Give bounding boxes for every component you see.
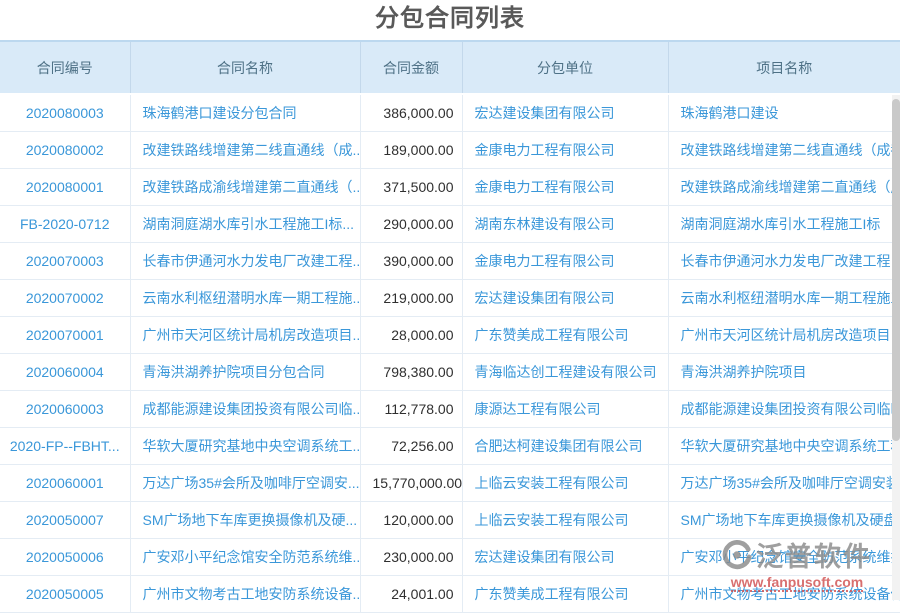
cell-contract_no[interactable]: FB-2020-0712 — [0, 206, 130, 243]
vertical-scrollbar[interactable] — [892, 95, 900, 600]
cell-project_name: SM广场地下车库更换摄像机及硬盘项 — [668, 502, 900, 539]
cell-amount: 386,000.00 — [360, 94, 462, 132]
cell-contract_name: 青海洪湖养护院项目分包合同 — [130, 354, 360, 391]
table-row[interactable]: 2020070002云南水利枢纽潜明水库一期工程施...219,000.00宏达… — [0, 280, 900, 317]
table-row[interactable]: FB-2020-0712湖南洞庭湖水库引水工程施工I标...290,000.00… — [0, 206, 900, 243]
table-row[interactable]: 2020080002改建铁路线增建第二线直通线（成...189,000.00金康… — [0, 132, 900, 169]
cell-contract_no[interactable]: 2020070002 — [0, 280, 130, 317]
cell-contract_name: SM广场地下车库更换摄像机及硬... — [130, 502, 360, 539]
cell-contract_name: 广州市天河区统计局机房改造项目... — [130, 317, 360, 354]
table-row[interactable]: 2020060001万达广场35#会所及咖啡厅空调安...15,770,000.… — [0, 465, 900, 502]
cell-contract_no[interactable]: 2020080003 — [0, 94, 130, 132]
cell-project_name: 湖南洞庭湖水库引水工程施工I标 — [668, 206, 900, 243]
cell-amount: 798,380.00 — [360, 354, 462, 391]
cell-contract_name: 长春市伊通河水力发电厂改建工程... — [130, 243, 360, 280]
table-row[interactable]: 2020-FP--FBHT...华软大厦研究基地中央空调系统工...72,256… — [0, 428, 900, 465]
cell-contract_name: 广州市文物考古工地安防系统设备... — [130, 576, 360, 613]
cell-contract_no[interactable]: 2020-FP--FBHT... — [0, 428, 130, 465]
cell-amount: 28,000.00 — [360, 317, 462, 354]
cell-amount: 189,000.00 — [360, 132, 462, 169]
cell-subcontractor: 康源达工程有限公司 — [462, 391, 668, 428]
column-header-amount: 合同金额 — [360, 41, 462, 94]
cell-project_name: 广州市天河区统计局机房改造项目 — [668, 317, 900, 354]
page-title: 分包合同列表 — [0, 0, 900, 40]
cell-project_name: 华软大厦研究基地中央空调系统工程 — [668, 428, 900, 465]
cell-subcontractor: 上临云安装工程有限公司 — [462, 465, 668, 502]
table-row[interactable]: 2020070003长春市伊通河水力发电厂改建工程...390,000.00金康… — [0, 243, 900, 280]
cell-contract_no[interactable]: 2020070001 — [0, 317, 130, 354]
cell-contract_name: 万达广场35#会所及咖啡厅空调安... — [130, 465, 360, 502]
cell-contract_no[interactable]: 2020070003 — [0, 243, 130, 280]
column-header-contract_name: 合同名称 — [130, 41, 360, 94]
cell-contract_no[interactable]: 2020050007 — [0, 502, 130, 539]
cell-amount: 72,256.00 — [360, 428, 462, 465]
cell-subcontractor: 金康电力工程有限公司 — [462, 243, 668, 280]
cell-subcontractor: 广东赞美成工程有限公司 — [462, 576, 668, 613]
cell-amount: 390,000.00 — [360, 243, 462, 280]
cell-project_name: 改建铁路成渝线增建第二直通线（成渝 — [668, 169, 900, 206]
cell-project_name: 长春市伊通河水力发电厂改建工程 — [668, 243, 900, 280]
table-row[interactable]: 2020080001改建铁路成渝线增建第二直通线（...371,500.00金康… — [0, 169, 900, 206]
cell-contract_name: 改建铁路线增建第二线直通线（成... — [130, 132, 360, 169]
cell-amount: 230,000.00 — [360, 539, 462, 576]
table-row[interactable]: 2020050005广州市文物考古工地安防系统设备...24,001.00广东赞… — [0, 576, 900, 613]
cell-contract_no[interactable]: 2020060003 — [0, 391, 130, 428]
table-row[interactable]: 2020070001广州市天河区统计局机房改造项目...28,000.00广东赞… — [0, 317, 900, 354]
cell-project_name: 万达广场35#会所及咖啡厅空调安装工 — [668, 465, 900, 502]
cell-amount: 120,000.00 — [360, 502, 462, 539]
cell-subcontractor: 青海临达创工程建设有限公司 — [462, 354, 668, 391]
scrollbar-thumb[interactable] — [892, 99, 900, 441]
cell-amount: 24,001.00 — [360, 576, 462, 613]
cell-subcontractor: 广东赞美成工程有限公司 — [462, 317, 668, 354]
cell-subcontractor: 合肥达柯建设集团有限公司 — [462, 428, 668, 465]
cell-contract_name: 云南水利枢纽潜明水库一期工程施... — [130, 280, 360, 317]
table-row[interactable]: 2020060004青海洪湖养护院项目分包合同798,380.00青海临达创工程… — [0, 354, 900, 391]
column-header-project_name: 项目名称 — [668, 41, 900, 94]
cell-project_name: 广安邓小平纪念馆安全防范系统维护保 — [668, 539, 900, 576]
cell-subcontractor: 宏达建设集团有限公司 — [462, 94, 668, 132]
cell-amount: 219,000.00 — [360, 280, 462, 317]
cell-contract_no[interactable]: 2020060004 — [0, 354, 130, 391]
cell-amount: 371,500.00 — [360, 169, 462, 206]
subcontract-table: 合同编号合同名称合同金额分包单位项目名称 2020080003珠海鹤港口建设分包… — [0, 40, 900, 613]
cell-contract_no[interactable]: 2020080001 — [0, 169, 130, 206]
cell-amount: 112,778.00 — [360, 391, 462, 428]
table-header-row: 合同编号合同名称合同金额分包单位项目名称 — [0, 41, 900, 94]
cell-subcontractor: 金康电力工程有限公司 — [462, 169, 668, 206]
cell-subcontractor: 宏达建设集团有限公司 — [462, 539, 668, 576]
cell-contract_no[interactable]: 2020060001 — [0, 465, 130, 502]
table-row[interactable]: 2020060003成都能源建设集团投资有限公司临...112,778.00康源… — [0, 391, 900, 428]
cell-amount: 290,000.00 — [360, 206, 462, 243]
cell-contract_name: 广安邓小平纪念馆安全防范系统维... — [130, 539, 360, 576]
cell-project_name: 云南水利枢纽潜明水库一期工程施工I标 — [668, 280, 900, 317]
column-header-subcontractor: 分包单位 — [462, 41, 668, 94]
cell-project_name: 青海洪湖养护院项目 — [668, 354, 900, 391]
cell-amount: 15,770,000.00 — [360, 465, 462, 502]
cell-contract_no[interactable]: 2020050006 — [0, 539, 130, 576]
cell-subcontractor: 金康电力工程有限公司 — [462, 132, 668, 169]
cell-project_name: 珠海鹤港口建设 — [668, 94, 900, 132]
cell-contract_no[interactable]: 2020080002 — [0, 132, 130, 169]
table-row[interactable]: 2020050007SM广场地下车库更换摄像机及硬...120,000.00上临… — [0, 502, 900, 539]
cell-contract_name: 改建铁路成渝线增建第二直通线（... — [130, 169, 360, 206]
cell-contract_no[interactable]: 2020050005 — [0, 576, 130, 613]
cell-project_name: 成都能源建设集团投资有限公司临时办 — [668, 391, 900, 428]
column-header-contract_no: 合同编号 — [0, 41, 130, 94]
cell-contract_name: 珠海鹤港口建设分包合同 — [130, 94, 360, 132]
cell-contract_name: 华软大厦研究基地中央空调系统工... — [130, 428, 360, 465]
table-row[interactable]: 2020050006广安邓小平纪念馆安全防范系统维...230,000.00宏达… — [0, 539, 900, 576]
cell-project_name: 改建铁路线增建第二线直通线（成都- — [668, 132, 900, 169]
cell-project_name: 广州市文物考古工地安防系统设备保 — [668, 576, 900, 613]
cell-subcontractor: 湖南东林建设有限公司 — [462, 206, 668, 243]
cell-contract_name: 成都能源建设集团投资有限公司临... — [130, 391, 360, 428]
cell-contract_name: 湖南洞庭湖水库引水工程施工I标... — [130, 206, 360, 243]
cell-subcontractor: 宏达建设集团有限公司 — [462, 280, 668, 317]
table-row[interactable]: 2020080003珠海鹤港口建设分包合同386,000.00宏达建设集团有限公… — [0, 94, 900, 132]
cell-subcontractor: 上临云安装工程有限公司 — [462, 502, 668, 539]
